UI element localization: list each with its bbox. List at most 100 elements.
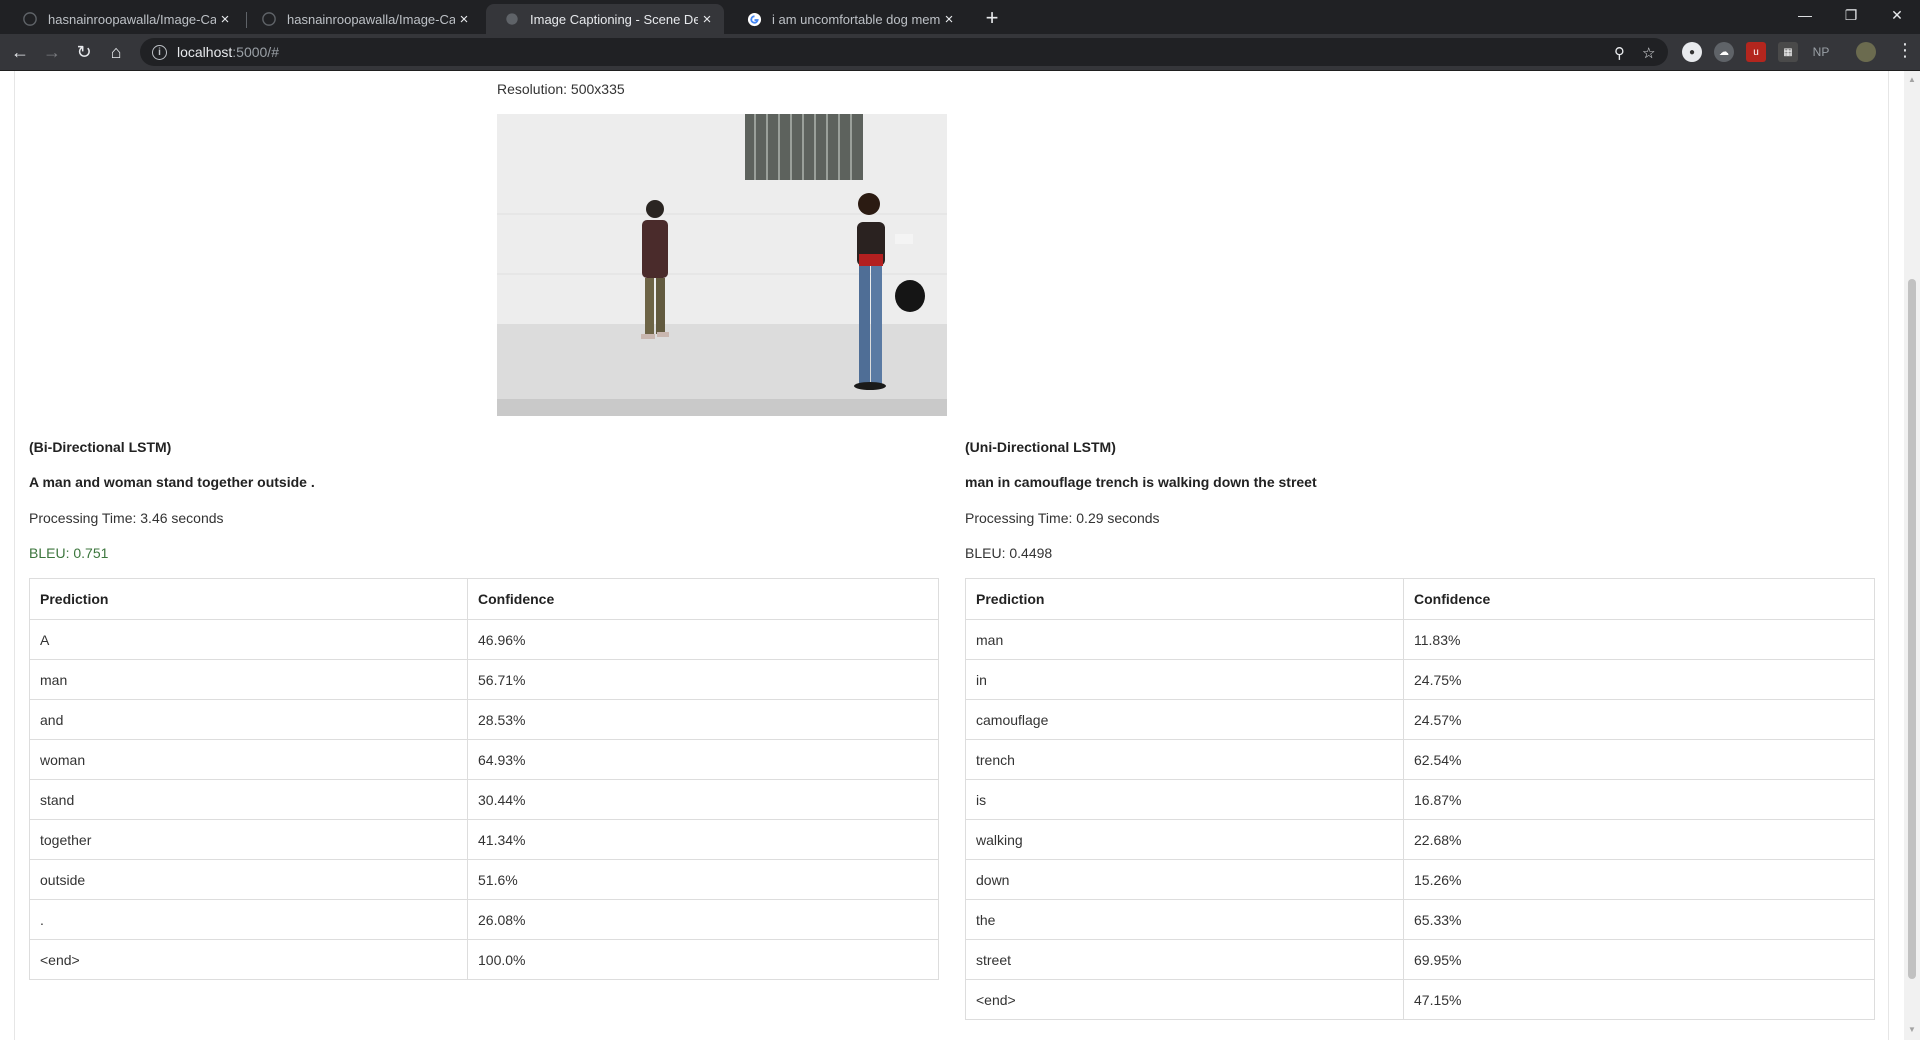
browser-tab[interactable]: i am uncomfortable dog meme - ×	[728, 4, 966, 34]
vertical-scrollbar[interactable]: ▲ ▼	[1904, 71, 1920, 1040]
new-tab-button[interactable]: +	[978, 4, 1006, 32]
table-row: . 26.08%	[29, 899, 939, 940]
reload-icon[interactable]: ↻	[70, 38, 98, 66]
prediction-cell: stand	[29, 779, 468, 820]
table-row: man 56.71%	[29, 659, 939, 700]
address-bar[interactable]: i localhost:5000/# ⚲ ☆	[140, 38, 1668, 66]
table-row: woman 64.93%	[29, 739, 939, 780]
prediction-cell: .	[29, 899, 468, 940]
prediction-cell: man	[29, 659, 468, 700]
tab-title: i am uncomfortable dog meme -	[772, 11, 940, 27]
table-row: down 15.26%	[965, 859, 1875, 900]
table-row: is 16.87%	[965, 779, 1875, 820]
bookmark-star-icon[interactable]: ☆	[1642, 44, 1655, 62]
confidence-cell: 30.44%	[467, 779, 939, 820]
close-icon[interactable]: ×	[216, 11, 234, 28]
table-row: <end> 47.15%	[965, 979, 1875, 1020]
close-window-icon[interactable]: ✕	[1874, 0, 1920, 30]
prediction-cell: street	[965, 939, 1404, 980]
close-icon[interactable]: ×	[698, 11, 716, 28]
column-header: Confidence	[467, 578, 939, 620]
zoom-icon[interactable]: ⚲	[1614, 44, 1625, 62]
home-icon[interactable]: ⌂	[102, 38, 130, 66]
confidence-cell: 16.87%	[1403, 779, 1875, 820]
prediction-cell: <end>	[965, 979, 1404, 1020]
browser-toolbar: ← → ↻ ⌂ i localhost:5000/# ⚲ ☆ ● ☁ u ▦ N…	[0, 34, 1920, 71]
prediction-cell: woman	[29, 739, 468, 780]
table-row: stand 30.44%	[29, 779, 939, 820]
browser-tab-active[interactable]: Image Captioning - Scene Descri ×	[486, 4, 724, 34]
scroll-down-icon[interactable]: ▼	[1908, 1025, 1916, 1034]
prediction-table: Prediction Confidence A 46.96% man 56.71% …	[29, 578, 939, 980]
back-arrow-icon[interactable]: ←	[6, 38, 34, 66]
extension-icon[interactable]: ☁	[1714, 42, 1734, 62]
confidence-cell: 47.15%	[1403, 979, 1875, 1020]
confidence-cell: 62.54%	[1403, 739, 1875, 780]
url-text: localhost:5000/#	[177, 44, 279, 60]
page-viewport: Resolution: 500x335 (Bi-Directional LSTM…	[0, 71, 1904, 1040]
table-row: <end> 100.0%	[29, 939, 939, 980]
processing-time: Processing Time: 3.46 seconds	[29, 510, 224, 526]
table-row: in 24.75%	[965, 659, 1875, 700]
table-row: walking 22.68%	[965, 819, 1875, 860]
bleu-score: BLEU: 0.4498	[965, 545, 1053, 561]
github-icon	[22, 11, 38, 27]
close-icon[interactable]: ×	[455, 11, 473, 28]
extension-np-icon[interactable]: NP	[1808, 42, 1834, 62]
confidence-cell: 100.0%	[467, 939, 939, 980]
ublock-icon[interactable]: u	[1746, 42, 1766, 62]
prediction-cell: together	[29, 819, 468, 860]
tab-title: Image Captioning - Scene Descri	[530, 11, 698, 27]
restore-icon[interactable]: ❐	[1828, 0, 1874, 30]
prediction-table: Prediction Confidence man 11.83% in 24.75%…	[965, 578, 1875, 1020]
prediction-cell: outside	[29, 859, 468, 900]
prediction-cell: camouflage	[965, 699, 1404, 740]
browser-tab[interactable]: hasnainroopawalla/Image-Captio ×	[243, 4, 481, 34]
confidence-cell: 15.26%	[1403, 859, 1875, 900]
column-header: Prediction	[29, 578, 468, 620]
model-title: (Bi-Directional LSTM)	[29, 439, 172, 455]
confidence-cell: 51.6%	[467, 859, 939, 900]
prediction-cell: is	[965, 779, 1404, 820]
google-icon	[746, 11, 762, 27]
confidence-cell: 24.75%	[1403, 659, 1875, 700]
close-icon[interactable]: ×	[940, 11, 958, 28]
confidence-cell: 24.57%	[1403, 699, 1875, 740]
table-row: street 69.95%	[965, 939, 1875, 980]
minimize-icon[interactable]: —	[1782, 0, 1828, 30]
table-header-row: Prediction Confidence	[965, 578, 1875, 620]
uploaded-image	[497, 114, 947, 416]
generated-caption: man in camouflage trench is walking down…	[965, 474, 1317, 490]
scrollbar-thumb[interactable]	[1908, 279, 1916, 979]
scroll-up-icon[interactable]: ▲	[1908, 75, 1916, 84]
prediction-cell: and	[29, 699, 468, 740]
tab-title: hasnainroopawalla/Image-Captio	[287, 11, 455, 27]
confidence-cell: 64.93%	[467, 739, 939, 780]
prediction-cell: <end>	[29, 939, 468, 980]
confidence-cell: 56.71%	[467, 659, 939, 700]
confidence-cell: 26.08%	[467, 899, 939, 940]
confidence-cell: 69.95%	[1403, 939, 1875, 980]
prediction-cell: walking	[965, 819, 1404, 860]
table-row: outside 51.6%	[29, 859, 939, 900]
prediction-cell: in	[965, 659, 1404, 700]
avatar[interactable]	[1856, 42, 1876, 62]
tab-title: hasnainroopawalla/Image-Captio	[48, 11, 216, 27]
table-row: and 28.53%	[29, 699, 939, 740]
github-icon	[261, 11, 277, 27]
table-row: the 65.33%	[965, 899, 1875, 940]
table-row: together 41.34%	[29, 819, 939, 860]
forward-arrow-icon[interactable]: →	[38, 38, 66, 66]
confidence-cell: 28.53%	[467, 699, 939, 740]
confidence-cell: 65.33%	[1403, 899, 1875, 940]
extension-icon[interactable]: ▦	[1778, 42, 1798, 62]
column-header: Confidence	[1403, 578, 1875, 620]
table-row: camouflage 24.57%	[965, 699, 1875, 740]
prediction-cell: man	[965, 619, 1404, 660]
info-icon[interactable]: i	[152, 44, 167, 60]
browser-tab[interactable]: hasnainroopawalla/Image-Captio ×	[4, 4, 242, 34]
menu-icon[interactable]: ⋮	[1896, 40, 1914, 61]
confidence-cell: 41.34%	[467, 819, 939, 860]
extension-icon[interactable]: ●	[1682, 42, 1702, 62]
confidence-cell: 11.83%	[1403, 619, 1875, 660]
